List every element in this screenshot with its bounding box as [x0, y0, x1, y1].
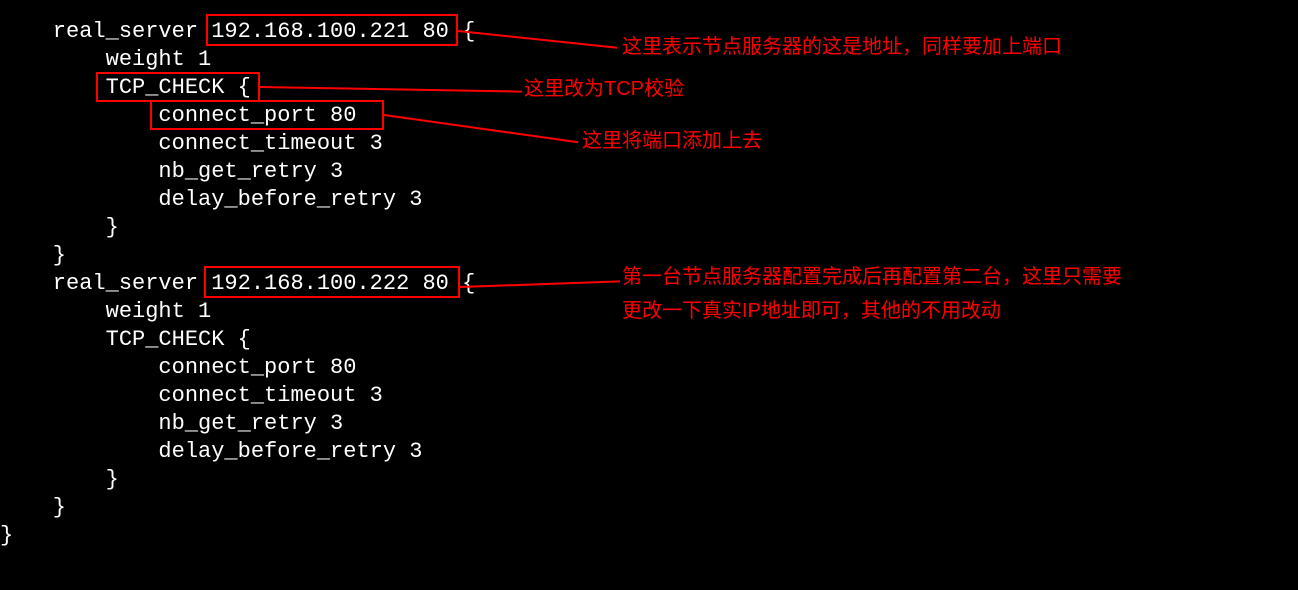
code-l9: }: [0, 243, 66, 268]
code-l6: nb_get_retry 3: [0, 159, 343, 184]
code-l1a: real_server: [0, 19, 211, 44]
highlight-box-4: [204, 266, 460, 298]
code-l5: connect_timeout 3: [0, 131, 383, 156]
code-l12: TCP_CHECK {: [0, 327, 251, 352]
code-l15: nb_get_retry 3: [0, 411, 343, 436]
annotation-1: 这里表示节点服务器的这是地址，同样要加上端口: [622, 32, 1062, 62]
connector-line-4: [460, 280, 620, 288]
code-l7: delay_before_retry 3: [0, 187, 422, 212]
annotation-4-line2: 更改一下真实IP地址即可，其他的不用改动: [622, 296, 1001, 326]
connector-line-1: [458, 30, 617, 49]
code-l17: }: [0, 467, 119, 492]
code-l18: }: [0, 495, 66, 520]
annotation-3: 这里将端口添加上去: [582, 126, 762, 156]
code-l14: connect_timeout 3: [0, 383, 383, 408]
code-l2: weight 1: [0, 47, 211, 72]
annotation-2: 这里改为TCP校验: [524, 74, 684, 104]
code-l8: }: [0, 215, 119, 240]
highlight-box-2: [96, 72, 260, 102]
code-l10a: real_server: [0, 271, 211, 296]
diagram-canvas: real_server 192.168.100.221 80 { weight …: [0, 0, 1298, 590]
code-l13: connect_port 80: [0, 355, 356, 380]
code-l16: delay_before_retry 3: [0, 439, 422, 464]
code-l11: weight 1: [0, 299, 211, 324]
code-l19: }: [0, 523, 13, 548]
highlight-box-3: [150, 100, 384, 130]
highlight-box-1: [206, 14, 458, 46]
annotation-4-line1: 第一台节点服务器配置完成后再配置第二台，这里只需要: [622, 262, 1122, 292]
